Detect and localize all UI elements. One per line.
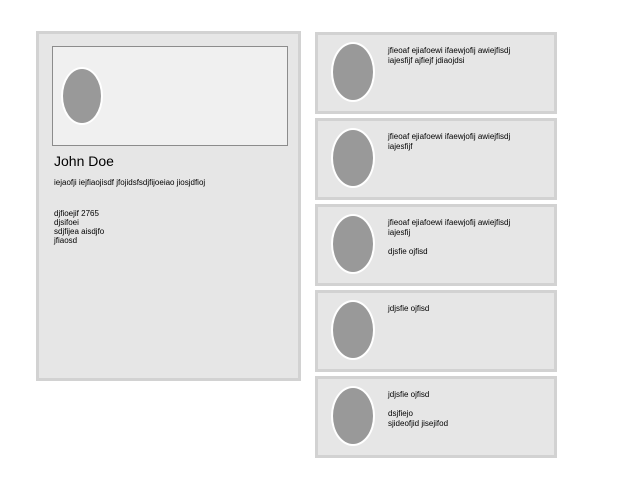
- feed-avatar[interactable]: [331, 214, 375, 274]
- profile-details: djfioejif 2765 djsifoei sdjfijea aisdjfo…: [54, 209, 104, 245]
- feed-line: djsfie ojfisd: [388, 247, 428, 256]
- feed-line: jfieoaf ejiafoewi ifaewjofij awiejfisdj: [388, 46, 511, 55]
- feed-text: jfieoaf ejiafoewi ifaewjofij awiejfisdj …: [388, 132, 548, 152]
- feed-line: dsjfiejo: [388, 409, 413, 418]
- profile-detail-line: jfiaosd: [54, 236, 78, 245]
- feed-text: jfieoaf ejiafoewi ifaewjofij awiejfisdj …: [388, 218, 548, 257]
- profile-header-banner: [52, 46, 288, 146]
- feed-avatar[interactable]: [331, 300, 375, 360]
- profile-avatar[interactable]: [61, 67, 103, 125]
- feed-text: jdjsfie ojfisd: [388, 304, 548, 314]
- feed-card[interactable]: jdjsfie ojfisd: [315, 290, 557, 372]
- profile-name: John Doe: [54, 153, 114, 169]
- feed-line: jdjsfie ojfisd: [388, 304, 430, 313]
- feed-card[interactable]: jfieoaf ejiafoewi ifaewjofij awiejfisdj …: [315, 118, 557, 200]
- profile-bio: iejaofji iejfiaojisdf jfojidsfsdjfijoeia…: [54, 178, 206, 187]
- feed-card[interactable]: jdjsfie ojfisd dsjfiejo sjideofjid jisej…: [315, 376, 557, 458]
- feed-line: sjideofjid jisejifod: [388, 419, 449, 428]
- feed-line: iajesfij: [388, 228, 411, 237]
- feed-avatar[interactable]: [331, 386, 375, 446]
- feed-avatar[interactable]: [331, 128, 375, 188]
- profile-detail-line: sdjfijea aisdjfo: [54, 227, 105, 236]
- feed-line: iajesfijf ajfiejf jdiaojdsi: [388, 56, 465, 65]
- feed-text: jdjsfie ojfisd dsjfiejo sjideofjid jisej…: [388, 390, 548, 429]
- feed-line: iajesfijf: [388, 142, 413, 151]
- profile-card: John Doe iejaofji iejfiaojisdf jfojidsfs…: [36, 31, 301, 381]
- profile-detail-line: djsifoei: [54, 218, 79, 227]
- feed-card[interactable]: jfieoaf ejiafoewi ifaewjofij awiejfisdj …: [315, 32, 557, 114]
- profile-detail-line: djfioejif 2765: [54, 209, 99, 218]
- feed-line: jfieoaf ejiafoewi ifaewjofij awiejfisdj: [388, 218, 511, 227]
- feed-text: jfieoaf ejiafoewi ifaewjofij awiejfisdj …: [388, 46, 548, 66]
- feed-avatar[interactable]: [331, 42, 375, 102]
- feed-card[interactable]: jfieoaf ejiafoewi ifaewjofij awiejfisdj …: [315, 204, 557, 286]
- feed-line: jdjsfie ojfisd: [388, 390, 430, 399]
- feed-line: jfieoaf ejiafoewi ifaewjofij awiejfisdj: [388, 132, 511, 141]
